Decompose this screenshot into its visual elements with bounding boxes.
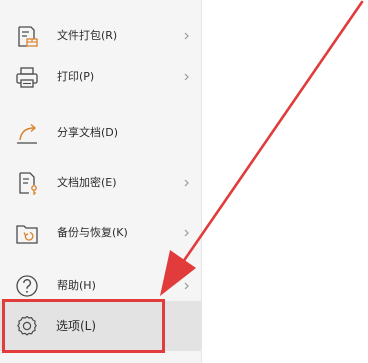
- printer-icon: [12, 62, 42, 92]
- chevron-right-icon: [183, 281, 191, 291]
- menu-item-print[interactable]: 打印(P): [0, 52, 201, 102]
- menu-item-share-document[interactable]: 分享文档(D): [0, 108, 201, 158]
- document-lock-icon: [12, 168, 42, 198]
- menu-item-backup-restore[interactable]: 备份与恢复(K): [0, 208, 201, 258]
- gear-icon: [12, 311, 42, 341]
- file-menu: 文件打包(R) 打印(P) 分享文档(D) 文档加密(E) 备份与恢复(K) 帮…: [0, 0, 202, 363]
- chevron-right-icon: [183, 228, 191, 238]
- menu-label-share-document: 分享文档(D): [57, 126, 119, 139]
- menu-label-help: 帮助(H): [57, 279, 96, 292]
- menu-label-file-package: 文件打包(R): [57, 29, 118, 42]
- chevron-right-icon: [183, 178, 191, 188]
- menu-label-print: 打印(P): [57, 70, 95, 83]
- file-package-icon: [12, 21, 42, 51]
- help-icon: [12, 271, 42, 301]
- menu-label-backup-restore: 备份与恢复(K): [57, 226, 128, 239]
- menu-item-encrypt-document[interactable]: 文档加密(E): [0, 158, 201, 208]
- share-icon: [12, 118, 42, 148]
- menu-item-options[interactable]: 选项(L): [0, 301, 201, 351]
- menu-label-encrypt-document: 文档加密(E): [57, 176, 117, 189]
- chevron-right-icon: [183, 31, 191, 41]
- chevron-right-icon: [183, 72, 191, 82]
- screenshot-stage: 文件打包(R) 打印(P) 分享文档(D) 文档加密(E) 备份与恢复(K) 帮…: [0, 0, 368, 363]
- menu-label-options: 选项(L): [56, 319, 97, 333]
- backup-restore-icon: [12, 218, 42, 248]
